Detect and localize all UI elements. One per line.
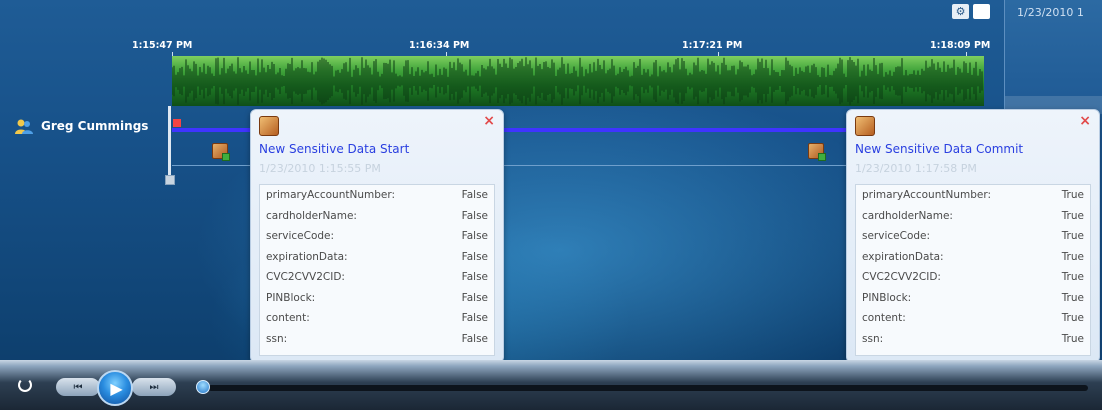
popup-timestamp: 1/23/2010 1:15:55 PM: [259, 162, 381, 175]
table-row: ssn: True: [856, 329, 1090, 350]
attributes-table: primaryAccountNumber: True cardholderName…: [855, 184, 1091, 356]
table-row: content: False: [260, 308, 494, 329]
next-button[interactable]: ⏭: [132, 378, 176, 396]
attr-value: False: [461, 250, 488, 263]
attr-key: PINBlock:: [862, 291, 912, 304]
attr-value: False: [461, 271, 488, 283]
attr-value: False: [461, 291, 488, 304]
table-row: cardholderName: False: [260, 206, 494, 227]
attr-key: CVC2CVV2CID:: [862, 271, 941, 283]
attr-value: True: [1061, 312, 1084, 324]
table-row: CVC2CVV2CID: True: [856, 267, 1090, 288]
attr-key: PINBlock:: [266, 291, 316, 304]
previous-button[interactable]: ⏮: [56, 378, 100, 396]
table-row: content: True: [856, 308, 1090, 329]
attr-key: cardholderName:: [266, 209, 357, 222]
gear-icon[interactable]: ⚙: [952, 4, 969, 19]
sensitive-data-event-icon: [259, 116, 279, 136]
attr-value: True: [1061, 271, 1084, 283]
table-row: serviceCode: True: [856, 226, 1090, 247]
popup-title[interactable]: New Sensitive Data Commit: [855, 142, 1023, 156]
session-player-window: ⚙ 1/23/2010 1 1:15:47 PM 1:16:34 PM 1:17…: [0, 0, 1102, 410]
tick-label-1: 1:15:47 PM: [132, 40, 193, 51]
table-row: expirationData: True: [856, 247, 1090, 268]
table-row: primaryAccountNumber: False: [260, 185, 494, 206]
attr-value: False: [461, 189, 488, 201]
attr-key: cardholderName:: [862, 209, 953, 222]
next-icon: ⏭: [149, 381, 159, 393]
attr-value: True: [1061, 230, 1084, 242]
table-row: primaryAccountNumber: True: [856, 185, 1090, 206]
attr-key: ssn:: [862, 332, 884, 345]
attr-value: False: [461, 230, 488, 242]
user-name: Greg Cummings: [41, 119, 149, 133]
attr-key: expirationData:: [862, 250, 944, 263]
table-row: expirationData: False: [260, 247, 494, 268]
close-icon[interactable]: ×: [483, 113, 495, 129]
maximize-button[interactable]: [973, 4, 990, 19]
seek-bar[interactable]: [208, 385, 1088, 391]
tick-label-2: 1:16:34 PM: [409, 40, 470, 51]
play-icon: ▶: [110, 378, 123, 398]
attr-value: True: [1061, 209, 1084, 222]
table-row: serviceCode: False: [260, 226, 494, 247]
table-row: ssn: False: [260, 329, 494, 350]
attr-key: expirationData:: [266, 250, 348, 263]
attr-value: True: [1061, 332, 1084, 345]
table-row: CVC2CVV2CID: False: [260, 267, 494, 288]
waveform-graphic: [172, 57, 983, 105]
attr-value: True: [1061, 250, 1084, 263]
event-popup-start: × New Sensitive Data Start 1/23/2010 1:1…: [250, 109, 504, 363]
audio-waveform[interactable]: [172, 56, 984, 106]
close-icon[interactable]: ×: [1079, 113, 1091, 129]
user-icon: [15, 118, 33, 134]
attr-value: True: [1061, 189, 1084, 201]
user-track-header: Greg Cummings: [15, 118, 148, 134]
attr-key: ssn:: [266, 332, 288, 345]
table-row: PINBlock: True: [856, 288, 1090, 309]
play-button[interactable]: ▶: [97, 370, 133, 406]
event-popup-commit: × New Sensitive Data Commit 1/23/2010 1:…: [846, 109, 1100, 363]
table-row: PINBlock: False: [260, 288, 494, 309]
sensitive-data-event-icon[interactable]: [808, 143, 826, 161]
attr-key: content:: [862, 312, 906, 324]
start-marker[interactable]: [173, 119, 181, 127]
tick-label-4: 1:18:09 PM: [930, 40, 991, 51]
attr-value: False: [461, 312, 488, 324]
track-handle[interactable]: [165, 175, 175, 185]
sensitive-data-event-icon[interactable]: [212, 143, 230, 161]
popup-title[interactable]: New Sensitive Data Start: [259, 142, 409, 156]
attr-key: primaryAccountNumber:: [266, 189, 396, 201]
popup-timestamp: 1/23/2010 1:17:58 PM: [855, 162, 977, 175]
sensitive-data-event-icon: [855, 116, 875, 136]
attr-key: serviceCode:: [266, 230, 335, 242]
power-icon[interactable]: [18, 378, 32, 392]
date-label: 1/23/2010 1: [1017, 6, 1084, 19]
tick-label-3: 1:17:21 PM: [682, 40, 743, 51]
previous-icon: ⏮: [73, 381, 83, 393]
attr-value: True: [1061, 291, 1084, 304]
player-controls-bar: ⏮ ⏭ ▶: [0, 360, 1102, 410]
attr-key: primaryAccountNumber:: [862, 189, 992, 201]
attr-key: CVC2CVV2CID:: [266, 271, 345, 283]
seek-handle[interactable]: [196, 380, 210, 394]
attributes-table: primaryAccountNumber: False cardholderNam…: [259, 184, 495, 356]
attr-key: content:: [266, 312, 310, 324]
attr-key: serviceCode:: [862, 230, 931, 242]
window-controls: ⚙: [952, 4, 990, 19]
table-row: cardholderName: True: [856, 206, 1090, 227]
track-start-line: [168, 106, 171, 180]
attr-value: False: [461, 332, 488, 345]
attr-value: False: [461, 209, 488, 222]
